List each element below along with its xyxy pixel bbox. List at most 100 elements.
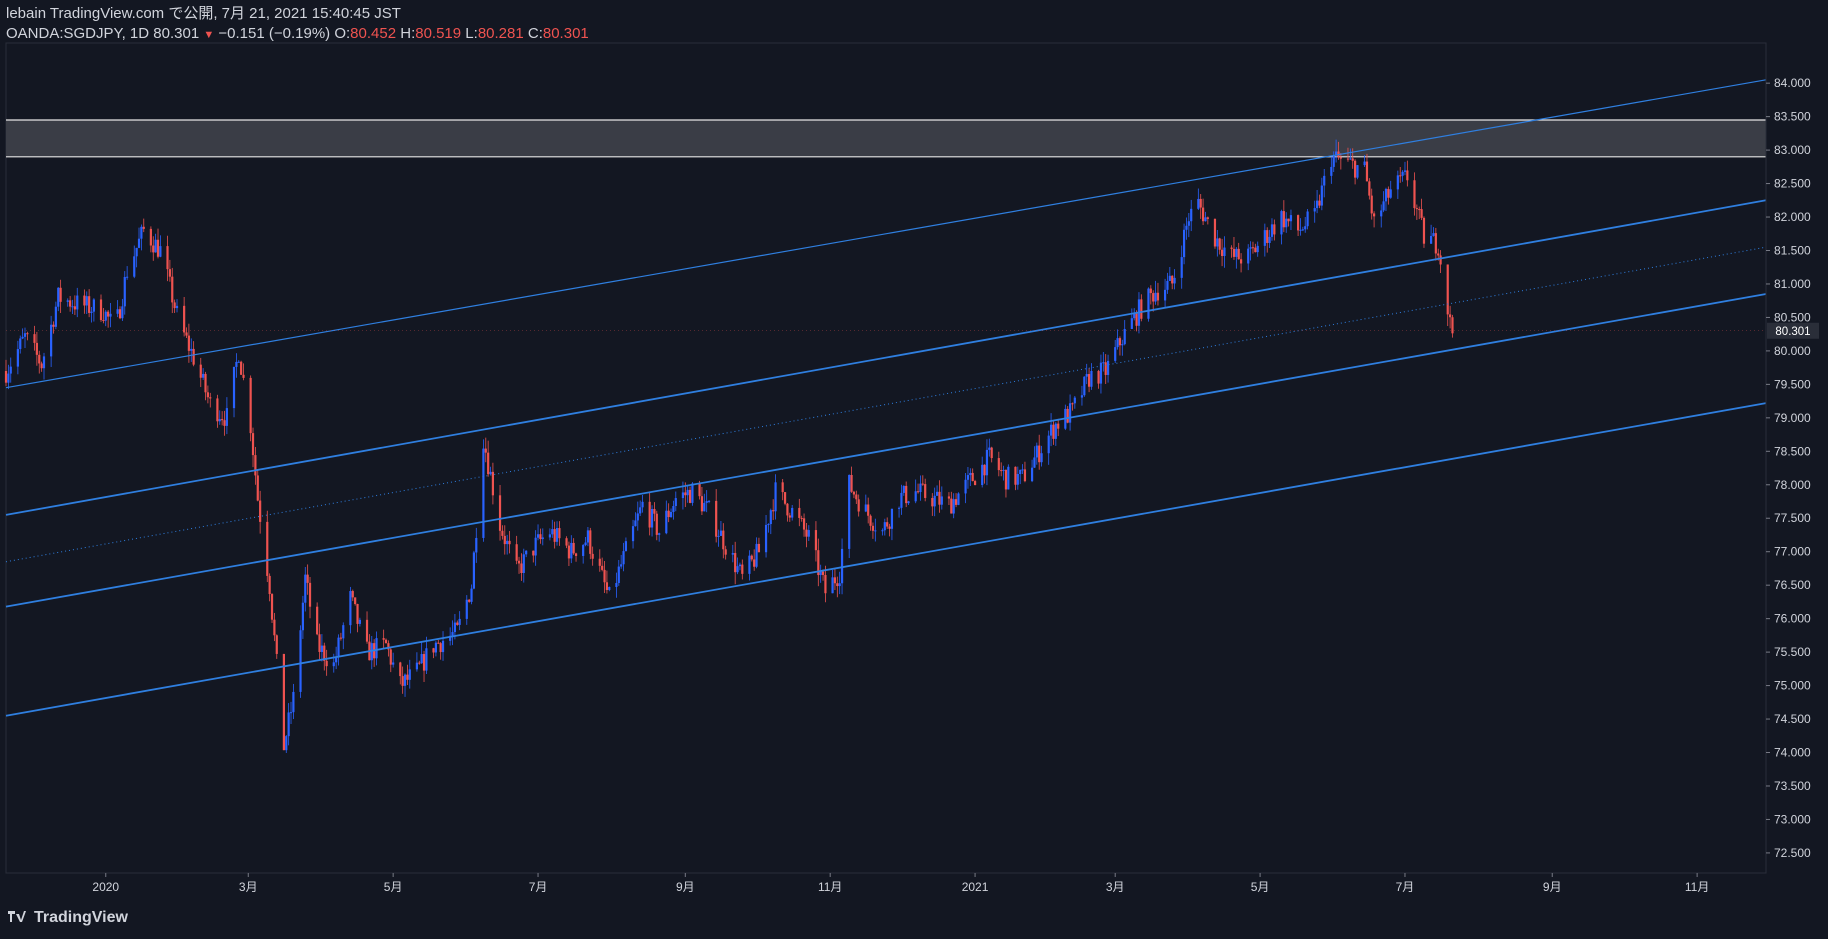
candle-body [769, 510, 772, 525]
candle-body [707, 500, 711, 502]
low-value: 80.281 [477, 25, 524, 42]
candle-body [292, 691, 295, 713]
candle-body [92, 299, 95, 312]
candle-body [1439, 255, 1442, 265]
candle-body [437, 642, 440, 644]
candle-body [152, 245, 155, 253]
candle-body [1254, 247, 1257, 253]
candle-body [339, 637, 342, 639]
candle-body [470, 588, 473, 602]
candle-body [487, 452, 490, 475]
candle-body [299, 630, 302, 692]
candle-body [1235, 248, 1238, 257]
candle-body [365, 619, 369, 642]
candle-body [824, 574, 827, 594]
plot-area-frame [5, 42, 1767, 874]
candle-body [1332, 155, 1335, 167]
candle-body [900, 492, 903, 508]
candle-body [1087, 374, 1091, 387]
candle-body [1413, 180, 1416, 209]
candle-body [1035, 445, 1038, 458]
candle-body [541, 537, 544, 540]
candle-body [1273, 224, 1276, 235]
candle-body [1116, 338, 1119, 348]
tradingview-logo[interactable]: TradingView [6, 909, 128, 927]
candle-body [969, 472, 972, 476]
candle-body [406, 674, 409, 680]
candle-body [584, 542, 587, 546]
price-chart[interactable]: 84.000 83.500 83.000 82.500 82.000 81.500 81.0… [0, 0, 1828, 939]
time-axis[interactable]: 2020 3月 5月 7月 9月 11月 2021 3月 5月 7月 9月 11月 [92, 873, 1709, 894]
candle-body [1199, 198, 1202, 208]
candle-body [1382, 201, 1385, 211]
tradingview-logo-icon [8, 911, 26, 922]
candle-body [1047, 435, 1050, 454]
candle-body [458, 618, 461, 625]
candle-body [1239, 259, 1243, 264]
candle-body [1323, 175, 1326, 186]
candle-body [1437, 253, 1440, 256]
chart-header: lebain TradingView.com で公開, 7月 21, 2021 … [6, 4, 589, 45]
candle-body [1399, 175, 1402, 177]
candle-body [76, 295, 79, 310]
candle-body [38, 354, 41, 364]
channel-line-3[interactable] [5, 246, 1767, 563]
time-tick-label: 3月 [239, 880, 258, 894]
price-tick-label: 82.500 [1774, 177, 1811, 191]
candle-body [468, 599, 471, 602]
candle-body [857, 499, 860, 512]
candle-body [1002, 469, 1005, 471]
candle-body [453, 622, 457, 633]
candle-body [838, 583, 841, 587]
candle-body [73, 306, 76, 310]
price-tick-label: 75.000 [1774, 679, 1811, 693]
candle-body [316, 606, 319, 635]
candle-body [9, 366, 12, 374]
candle-body [1384, 188, 1388, 202]
last-price-tag: 80.301 [1767, 322, 1819, 339]
candle-body [40, 363, 43, 369]
candle-body [741, 564, 744, 574]
candle-body [950, 498, 953, 514]
candle-body [183, 305, 186, 333]
candle-body [140, 226, 143, 239]
candle-body [634, 520, 637, 527]
candle-body [1083, 376, 1086, 396]
price-tick-label: 73.500 [1774, 779, 1811, 793]
candle-body [1365, 161, 1369, 182]
candle-body [582, 545, 585, 556]
channel-lines[interactable] [5, 79, 1767, 717]
candle-body [667, 510, 670, 518]
candle-body [218, 419, 221, 422]
candle-body [1023, 469, 1027, 482]
candle-body [135, 247, 138, 257]
candle-body [674, 498, 677, 507]
candle-body [852, 491, 856, 495]
candle-body [301, 602, 304, 631]
candle-body [273, 619, 276, 636]
channel-line-2[interactable] [5, 199, 1767, 516]
candle-body [318, 634, 321, 652]
candle-body [1182, 229, 1186, 258]
candle-body [534, 537, 537, 556]
candle-body [814, 530, 818, 551]
candle-body [940, 496, 943, 505]
candle-body [1123, 328, 1126, 345]
high-value: 80.519 [415, 25, 462, 42]
candle-body [1052, 424, 1055, 439]
candle-body [973, 481, 977, 486]
candle-body [1104, 362, 1107, 375]
candle-body [907, 501, 910, 504]
candle-body [655, 513, 658, 535]
candle-body [506, 540, 509, 545]
candle-body [254, 455, 257, 476]
candle-body [964, 479, 967, 494]
candle-body [1306, 211, 1309, 227]
candle-body [116, 309, 119, 314]
candle-body [681, 492, 685, 499]
candle-body [1106, 360, 1110, 375]
candle-body [384, 639, 388, 644]
price-tick-label: 81.500 [1774, 244, 1811, 258]
last-value: 80.301 [153, 25, 200, 42]
price-axis[interactable]: 84.000 83.500 83.000 82.500 82.000 81.500 81.0… [1765, 43, 1811, 873]
